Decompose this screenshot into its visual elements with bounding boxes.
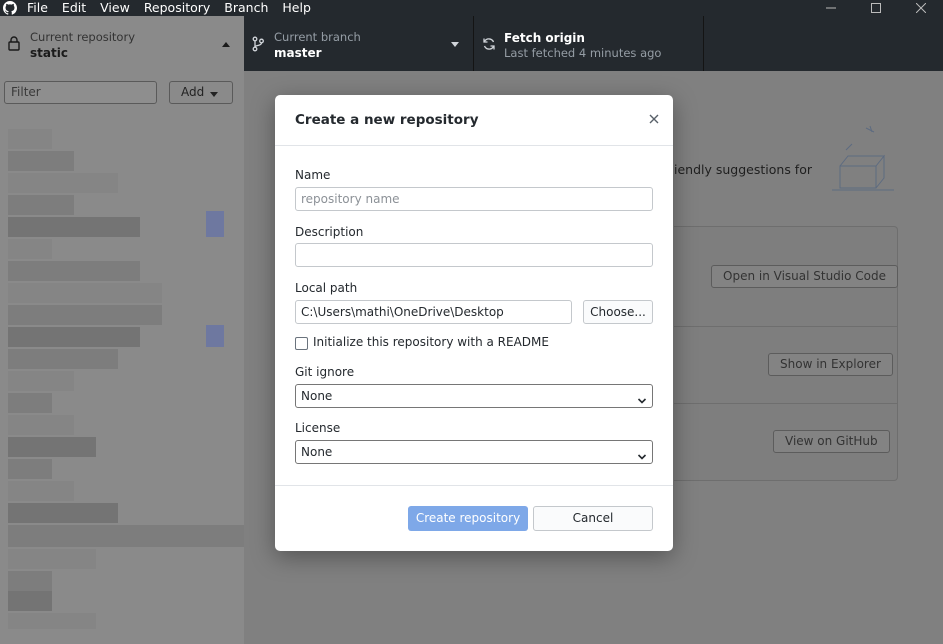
- current-branch-value: master: [274, 46, 322, 60]
- local-path-label: Local path: [295, 281, 358, 295]
- open-in-vscode-button[interactable]: Open in Visual Studio Code: [711, 265, 899, 288]
- chevron-down-icon: [637, 391, 647, 404]
- gitignore-label: Git ignore: [295, 365, 355, 379]
- dialog-title: Create a new repository: [295, 112, 479, 128]
- menu-edit[interactable]: Edit: [55, 0, 93, 16]
- license-label: License: [295, 421, 341, 435]
- filter-input[interactable]: Filter: [4, 81, 157, 104]
- name-input[interactable]: repository name: [295, 187, 653, 211]
- readme-label: Initialize this repository with a README: [313, 335, 549, 349]
- local-path-input[interactable]: C:\Users\mathi\OneDrive\Desktop: [295, 300, 572, 324]
- current-branch-label: Current branch: [274, 30, 361, 44]
- window-controls: [808, 0, 943, 16]
- cancel-button[interactable]: Cancel: [533, 506, 653, 531]
- maximize-icon[interactable]: [853, 0, 898, 16]
- description-label: Description: [295, 225, 364, 239]
- current-repository-label: Current repository: [30, 30, 135, 44]
- fetch-origin-label: Fetch origin: [504, 31, 585, 45]
- minimize-icon[interactable]: [808, 0, 853, 16]
- caret-down-icon: [451, 42, 459, 47]
- menu-branch[interactable]: Branch: [217, 0, 275, 16]
- description-input[interactable]: [295, 243, 653, 267]
- current-repository-button[interactable]: Current repository static: [0, 16, 244, 71]
- sync-icon: [482, 37, 496, 53]
- create-repository-dialog: Create a new repository Name repository …: [275, 95, 673, 551]
- suggestions-text: iendly suggestions for: [674, 162, 812, 177]
- menu-help[interactable]: Help: [275, 0, 318, 16]
- current-branch-button[interactable]: Current branch master: [244, 16, 474, 71]
- chevron-down-icon: [637, 447, 647, 460]
- current-repository-value: static: [30, 46, 68, 60]
- gitignore-select[interactable]: None: [295, 384, 653, 408]
- menu-file[interactable]: File: [20, 0, 55, 16]
- choose-button[interactable]: Choose...: [583, 300, 653, 324]
- caret-down-icon: [210, 92, 218, 97]
- readme-checkbox[interactable]: [295, 337, 308, 350]
- close-icon[interactable]: [898, 0, 943, 16]
- create-repository-button[interactable]: Create repository: [408, 506, 528, 531]
- menu-view[interactable]: View: [93, 0, 137, 16]
- menu-bar: File Edit View Repository Branch Help: [0, 0, 943, 16]
- illustration-icon: [826, 120, 900, 196]
- toolbar: Current repository static Current branch…: [0, 16, 943, 71]
- add-button[interactable]: Add: [169, 81, 233, 104]
- lock-icon: [8, 36, 22, 52]
- view-on-github-button[interactable]: View on GitHub: [773, 430, 890, 453]
- fetch-origin-button[interactable]: Fetch origin Last fetched 4 minutes ago: [474, 16, 704, 71]
- license-select[interactable]: None: [295, 440, 653, 464]
- close-icon[interactable]: [646, 111, 662, 127]
- dialog-header: Create a new repository: [275, 95, 673, 146]
- dialog-footer: Create repository Cancel: [275, 485, 673, 552]
- name-label: Name: [295, 168, 331, 182]
- last-fetched-text: Last fetched 4 minutes ago: [504, 46, 662, 60]
- caret-up-icon: [222, 42, 230, 47]
- github-logo-icon: [0, 0, 20, 16]
- branch-icon: [252, 36, 266, 52]
- repository-sidebar: Filter Add: [0, 71, 244, 644]
- menu-repository[interactable]: Repository: [137, 0, 217, 16]
- add-button-label: Add: [181, 85, 205, 99]
- gitignore-value: None: [301, 389, 333, 403]
- show-in-explorer-button[interactable]: Show in Explorer: [768, 353, 893, 376]
- license-value: None: [301, 445, 333, 459]
